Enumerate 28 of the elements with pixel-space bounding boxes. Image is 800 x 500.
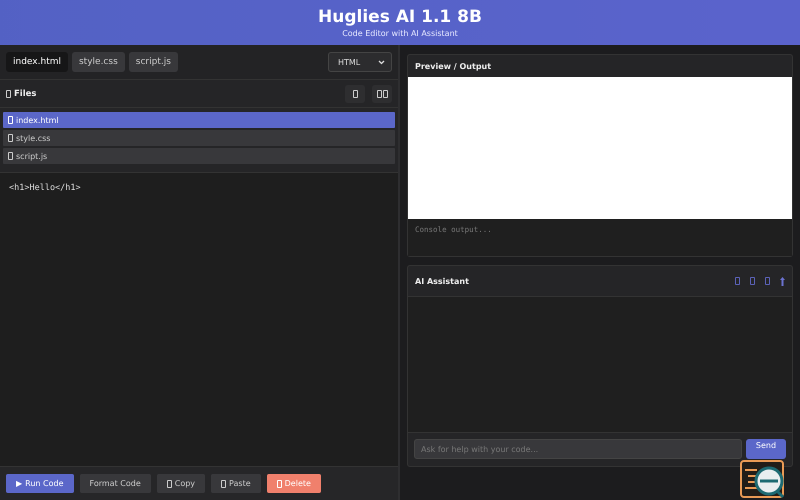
file-tab[interactable]: script.js: [128, 52, 178, 72]
file-item[interactable]: index.html: [3, 112, 395, 128]
glyph-box-icon[interactable]: [765, 277, 770, 285]
upload-icon[interactable]: [780, 276, 785, 286]
glyph-box-icon[interactable]: [750, 277, 755, 285]
assistant-title: AI Assistant: [415, 276, 469, 286]
action-button[interactable]: ▶ Run Code: [6, 474, 74, 493]
chat-input[interactable]: Ask for help with your code...: [414, 439, 742, 459]
app-subtitle: Code Editor with AI Assistant: [342, 29, 458, 38]
action-button[interactable]: Copy: [156, 474, 206, 493]
new-folder-button[interactable]: [372, 84, 392, 102]
new-file-button[interactable]: [345, 84, 365, 102]
file-tab[interactable]: index.html: [6, 52, 68, 72]
code-editor[interactable]: <h1>Hello</h1>: [0, 173, 398, 466]
app-title: Huglies AI 1.1 8B: [318, 7, 482, 27]
send-button[interactable]: Send: [746, 439, 786, 459]
file-item[interactable]: script.js: [3, 148, 395, 164]
action-button[interactable]: Format Code: [80, 474, 151, 493]
file-item[interactable]: style.css: [3, 130, 395, 146]
language-select[interactable]: HTML: [328, 52, 392, 72]
code-line: <h1>Hello</h1>: [9, 183, 81, 193]
glyph-box-icon[interactable]: [735, 277, 740, 285]
files-title: Files: [14, 88, 36, 98]
action-button[interactable]: Paste: [211, 474, 261, 493]
chevron-down-icon: [378, 60, 385, 64]
preview-title: Preview / Output: [415, 62, 492, 70]
glyph-box-icon: [6, 90, 11, 98]
file-tab[interactable]: style.css: [72, 52, 125, 72]
